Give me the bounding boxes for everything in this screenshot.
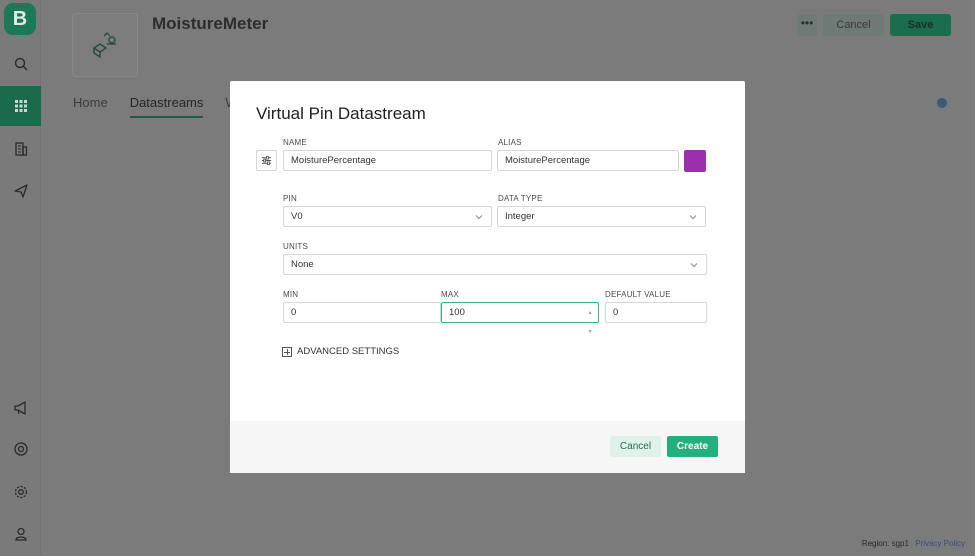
advanced-settings-label: ADVANCED SETTINGS bbox=[297, 346, 400, 357]
expand-plus-icon bbox=[282, 346, 292, 357]
sidebar-item-organizations[interactable] bbox=[0, 129, 41, 169]
alias-value: MoisturePercentage bbox=[505, 155, 591, 166]
building-icon bbox=[14, 142, 27, 156]
more-options-button[interactable]: ••• bbox=[797, 14, 817, 36]
name-value: MoisturePercentage bbox=[291, 155, 377, 166]
footer: Region: sgp1 Privacy Policy bbox=[862, 539, 965, 548]
sidebar-item-announcements[interactable] bbox=[0, 388, 41, 428]
tab-datastreams[interactable]: Datastreams bbox=[129, 95, 204, 118]
units-select[interactable]: None bbox=[283, 254, 707, 275]
sidebar-item-templates[interactable] bbox=[0, 86, 41, 126]
name-input[interactable]: MoisturePercentage bbox=[283, 150, 492, 171]
sidebar-item-profile[interactable] bbox=[0, 514, 41, 554]
blynk-logo[interactable]: B bbox=[4, 3, 36, 35]
data-type-select[interactable]: Integer bbox=[497, 206, 706, 227]
user-icon bbox=[14, 527, 27, 541]
data-type-value: Integer bbox=[505, 211, 535, 222]
stepper-up-icon[interactable]: ▲ bbox=[588, 304, 593, 323]
datastream-icon-picker[interactable] bbox=[256, 150, 277, 171]
modal-title: Virtual Pin Datastream bbox=[256, 104, 426, 123]
alias-input[interactable]: MoisturePercentage bbox=[497, 150, 679, 171]
lifebuoy-icon bbox=[13, 442, 28, 456]
max-stepper[interactable]: ▲ ▼ bbox=[584, 304, 596, 335]
privacy-policy-link[interactable]: Privacy Policy bbox=[915, 539, 965, 548]
units-label: UNITS bbox=[283, 242, 308, 251]
sidebar-item-search[interactable] bbox=[0, 44, 41, 84]
sidebar-item-send[interactable] bbox=[0, 171, 41, 211]
pin-value: V0 bbox=[291, 211, 303, 222]
max-value: 100 bbox=[449, 307, 465, 318]
cancel-button[interactable]: Cancel bbox=[610, 436, 661, 457]
default-value-label: DEFAULT VALUE bbox=[605, 290, 671, 299]
header-actions: ••• Cancel Save bbox=[797, 14, 951, 36]
max-input[interactable]: 100 ▲ ▼ bbox=[441, 302, 599, 335]
data-type-label: DATA TYPE bbox=[498, 194, 543, 203]
gear-icon bbox=[14, 485, 27, 499]
template-image[interactable] bbox=[72, 13, 138, 77]
megaphone-icon bbox=[13, 401, 26, 415]
device-template-icon bbox=[92, 32, 116, 59]
min-input[interactable]: 0 bbox=[283, 302, 441, 323]
chevron-down-icon bbox=[475, 215, 483, 220]
app-window: B MoistureMeter ••• Cancel Save Home Dat… bbox=[0, 0, 975, 556]
search-icon bbox=[14, 57, 27, 71]
sidebar-item-settings[interactable] bbox=[0, 472, 41, 512]
advanced-settings-toggle[interactable]: ADVANCED SETTINGS bbox=[282, 346, 399, 357]
default-value-value: 0 bbox=[613, 307, 619, 318]
default-value-input[interactable]: 0 bbox=[605, 302, 707, 323]
tab-home[interactable]: Home bbox=[73, 95, 108, 118]
pin-label: PIN bbox=[283, 194, 297, 203]
sliders-icon bbox=[261, 156, 272, 165]
pin-select[interactable]: V0 bbox=[283, 206, 492, 227]
info-icon[interactable] bbox=[937, 98, 947, 108]
color-picker[interactable] bbox=[684, 150, 706, 172]
name-label: NAME bbox=[283, 138, 307, 147]
max-label: MAX bbox=[441, 290, 459, 299]
datastream-modal: Virtual Pin Datastream NAME MoisturePerc… bbox=[230, 81, 745, 473]
modal-footer: Cancel Create bbox=[230, 421, 745, 473]
grid-icon bbox=[14, 100, 27, 112]
min-label: MIN bbox=[283, 290, 299, 299]
create-button[interactable]: Create bbox=[667, 436, 718, 457]
header-save-button[interactable]: Save bbox=[890, 14, 951, 36]
page-title: MoistureMeter bbox=[152, 14, 269, 33]
min-value: 0 bbox=[291, 307, 297, 318]
header-cancel-button[interactable]: Cancel bbox=[823, 14, 884, 36]
units-value: None bbox=[291, 259, 314, 270]
sidebar: B bbox=[0, 0, 41, 556]
chevron-down-icon bbox=[690, 263, 698, 268]
stepper-down-icon[interactable]: ▼ bbox=[588, 323, 593, 342]
sidebar-item-help[interactable] bbox=[0, 429, 41, 469]
chevron-down-icon bbox=[689, 215, 697, 220]
region-text: Region: sgp1 bbox=[861, 539, 909, 548]
alias-label: ALIAS bbox=[498, 138, 522, 147]
send-icon bbox=[13, 184, 28, 198]
